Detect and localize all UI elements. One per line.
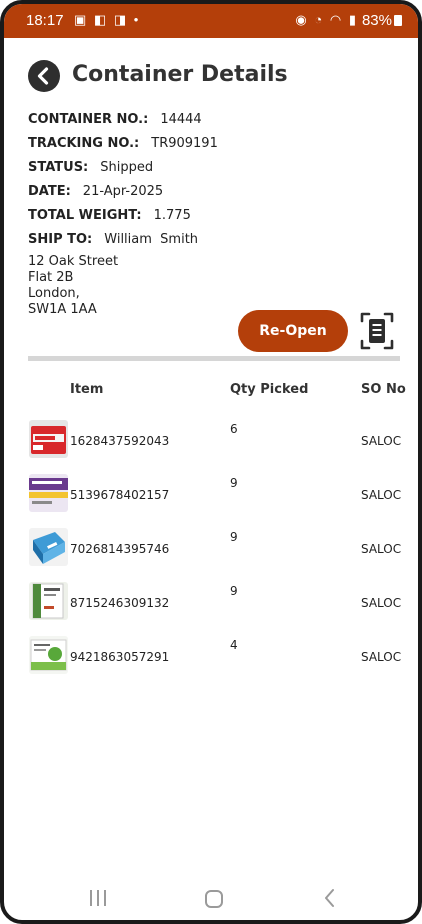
detail-row-container-no: CONTAINER NO.: 14444	[28, 112, 218, 136]
ship-to-address: 12 Oak Street Flat 2B London, SW1A 1AA	[28, 254, 118, 318]
product-thumbnail	[29, 582, 68, 620]
qty-picked: 9	[230, 530, 238, 544]
recent-apps-icon[interactable]	[90, 890, 108, 906]
battery-icon	[394, 15, 402, 26]
system-navigation-bar	[4, 872, 418, 920]
product-thumbnail	[29, 420, 68, 458]
table-row[interactable]: 9421863057291 4 SALOC	[4, 636, 418, 676]
item-code: 7026814395746	[70, 542, 170, 556]
qty-picked: 9	[230, 476, 238, 490]
detail-value: 1.775	[153, 208, 191, 223]
reopen-button[interactable]: Re-Open	[238, 310, 348, 352]
phone-frame: 18:17 ▣ ◧ ◨ • ◉ ◔ ◠ ▮ 83% Container Deta…	[0, 0, 422, 924]
document-scan-icon	[360, 312, 394, 350]
detail-row-date: DATE: 21-Apr-2025	[28, 184, 218, 208]
table-row[interactable]: 5139678402157 9 SALOC	[4, 474, 418, 514]
detail-label: STATUS:	[28, 160, 89, 175]
detail-label: DATE:	[28, 184, 71, 199]
so-number: SALOC	[361, 434, 402, 448]
item-code: 8715246309132	[70, 596, 170, 610]
table-header: Item Qty Picked SO No	[4, 382, 418, 402]
back-button[interactable]	[28, 60, 60, 92]
teams-icon: ◨	[113, 12, 129, 27]
detail-row-total-weight: TOTAL WEIGHT: 1.775	[28, 208, 218, 232]
detail-value: 21-Apr-2025	[82, 184, 164, 199]
detail-value: William Smith	[104, 232, 199, 247]
alarm-icon: ◉	[295, 12, 309, 27]
status-bar: 18:17 ▣ ◧ ◨ • ◉ ◔ ◠ ▮ 83%	[4, 4, 418, 38]
so-number: SALOC	[361, 596, 402, 610]
detail-label: TOTAL WEIGHT:	[28, 208, 142, 223]
section-divider	[28, 356, 400, 361]
battery-indicator: 83%	[362, 12, 402, 29]
wifi-icon: ◠	[329, 12, 344, 27]
container-details: CONTAINER NO.: 14444 TRACKING NO.: TR90919…	[28, 112, 218, 256]
address-line: 12 Oak Street	[28, 254, 119, 269]
so-number: SALOC	[361, 542, 402, 556]
document-scan-button[interactable]	[360, 312, 394, 350]
qty-picked: 6	[230, 422, 238, 436]
outlook-icon: ◧	[93, 12, 109, 27]
signal-icon: ▮	[348, 12, 358, 27]
detail-row-ship-to: SHIP TO: William Smith	[28, 232, 218, 256]
so-number: SALOC	[361, 650, 402, 664]
system-icons: ◉ ◔ ◠ ▮	[295, 12, 358, 28]
product-thumbnail	[29, 528, 68, 566]
column-header-item: Item	[70, 382, 104, 397]
address-line: London,	[28, 286, 80, 301]
clock-icon: ◔	[314, 12, 325, 27]
qty-picked: 4	[230, 638, 238, 652]
address-line: Flat 2B	[28, 270, 74, 285]
table-row[interactable]: 1628437592043 6 SALOC	[4, 420, 418, 460]
detail-label: CONTAINER NO.:	[28, 112, 149, 127]
table-row[interactable]: 7026814395746 9 SALOC	[4, 528, 418, 568]
item-code: 1628437592043	[70, 434, 170, 448]
detail-value: 14444	[160, 112, 202, 127]
detail-value: TR909191	[151, 136, 218, 151]
so-number: SALOC	[361, 488, 402, 502]
item-code: 9421863057291	[70, 650, 170, 664]
product-thumbnail	[29, 636, 68, 674]
column-header-so: SO No	[361, 382, 406, 397]
page-title: Container Details	[72, 62, 288, 87]
detail-label: TRACKING NO.:	[28, 136, 140, 151]
notification-icons: ▣ ◧ ◨ •	[74, 12, 140, 28]
image-icon: ▣	[74, 12, 89, 27]
table-row[interactable]: 8715246309132 9 SALOC	[4, 582, 418, 622]
dot-icon: •	[133, 12, 141, 27]
back-arrow-icon	[37, 67, 49, 85]
detail-row-tracking-no: TRACKING NO.: TR909191	[28, 136, 218, 160]
detail-value: Shipped	[100, 160, 154, 175]
address-line: SW1A 1AA	[28, 302, 97, 317]
item-code: 5139678402157	[70, 488, 170, 502]
back-nav-icon[interactable]	[322, 888, 338, 908]
status-time: 18:17	[26, 12, 64, 29]
home-icon[interactable]	[205, 890, 223, 908]
detail-label: SHIP TO:	[28, 232, 93, 247]
battery-percent: 83%	[361, 12, 392, 29]
product-thumbnail	[29, 474, 68, 512]
column-header-qty: Qty Picked	[230, 382, 309, 397]
qty-picked: 9	[230, 584, 238, 598]
detail-row-status: STATUS: Shipped	[28, 160, 218, 184]
